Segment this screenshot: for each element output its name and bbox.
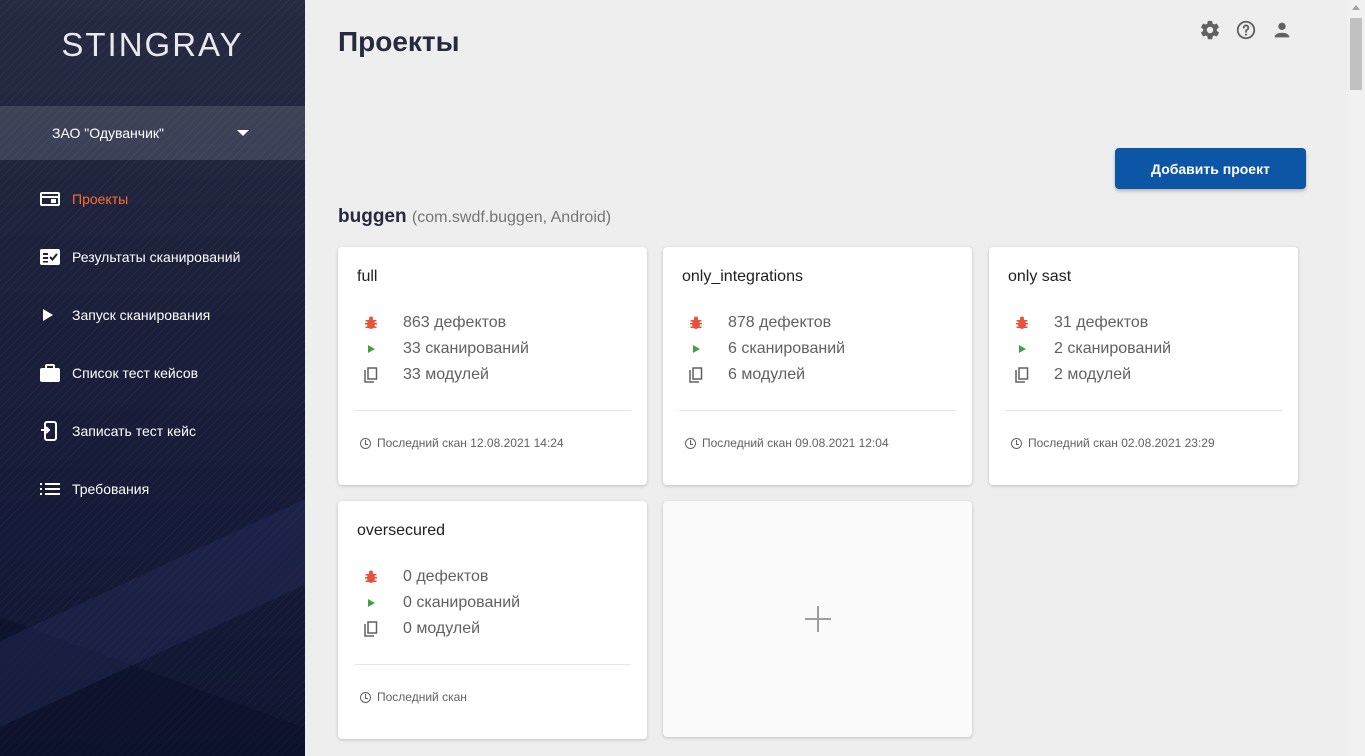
play-icon	[40, 306, 62, 324]
project-card[interactable]: only_integrations 878 дефектов 6 сканиро…	[663, 247, 972, 485]
project-card[interactable]: full 863 дефектов 33 сканирований 33 мод…	[338, 247, 647, 485]
page-title: Проекты	[338, 26, 460, 57]
scroll-up-arrow-icon[interactable]	[1352, 5, 1360, 10]
modules-count: 0 модулей	[403, 620, 481, 637]
settings-icon[interactable]	[1198, 18, 1222, 42]
card-divider	[354, 410, 631, 411]
scans-count: 33 сканирований	[403, 340, 529, 357]
scans-count: 2 сканирований	[1054, 340, 1172, 357]
play-icon	[363, 595, 379, 611]
defects-count: 0 дефектов	[403, 568, 489, 585]
modules-count: 33 модулей	[403, 366, 489, 383]
sidebar-item-record-test-case[interactable]: Записать тест кейс	[0, 402, 305, 460]
clock-icon	[685, 437, 696, 449]
sidebar-item-test-cases[interactable]: Список тест кейсов	[0, 344, 305, 402]
last-scan: Последний скан	[377, 690, 467, 704]
play-icon	[1014, 341, 1030, 357]
last-scan: Последний скан 09.08.2021 12:04	[702, 436, 889, 450]
bug-icon	[1014, 315, 1030, 331]
add-project-card[interactable]	[663, 501, 972, 737]
copy-icon	[363, 367, 379, 383]
group-subtitle: (com.swdf.buggen, Android)	[411, 209, 612, 226]
copy-icon	[1014, 367, 1030, 383]
record-phone-icon	[40, 421, 62, 441]
modules-count: 2 модулей	[1054, 366, 1132, 383]
defects-count: 878 дефектов	[728, 314, 832, 331]
sidebar-item-label: Записать тест кейс	[72, 423, 196, 439]
list-icon	[40, 480, 62, 498]
sidebar-item-requirements[interactable]: Требования	[0, 460, 305, 518]
last-scan: Последний скан 12.08.2021 14:24	[377, 436, 564, 450]
clock-icon	[1011, 437, 1022, 449]
project-card[interactable]: oversecured 0 дефектов 0 сканирований 0 …	[338, 501, 647, 739]
project-group-title: buggen (com.swdf.buggen, Android)	[338, 206, 611, 228]
defects-count: 863 дефектов	[403, 314, 507, 331]
scrollbar[interactable]	[1347, 0, 1365, 756]
header-toolbar	[1198, 18, 1294, 42]
scan-results-icon	[40, 248, 62, 266]
account-icon[interactable]	[1270, 18, 1294, 42]
sidebar-item-projects[interactable]: Проекты	[0, 170, 305, 228]
sidebar-nav: Проекты Результаты сканирований Запуск с…	[0, 170, 305, 518]
play-icon	[688, 341, 704, 357]
sidebar-item-scan-results[interactable]: Результаты сканирований	[0, 228, 305, 286]
sidebar: STINGRAY ЗАО "Одуванчик" Проекты Результ…	[0, 0, 305, 756]
app-logo: STINGRAY	[61, 26, 244, 63]
org-selector-label: ЗАО "Одуванчик"	[52, 125, 164, 141]
add-project-button[interactable]: Добавить проект	[1115, 148, 1306, 189]
clock-icon	[360, 691, 371, 703]
sidebar-item-label: Требования	[72, 481, 150, 497]
sidebar-item-label: Список тест кейсов	[72, 365, 199, 381]
sidebar-item-label: Проекты	[72, 191, 129, 207]
project-name: oversecured	[357, 522, 446, 539]
project-name: full	[357, 268, 378, 285]
scans-count: 6 сканирований	[728, 340, 846, 357]
briefcase-icon	[40, 364, 62, 382]
clock-icon	[360, 437, 371, 449]
copy-icon	[688, 367, 704, 383]
last-scan: Последний скан 02.08.2021 23:29	[1028, 436, 1215, 450]
plus-icon	[804, 606, 831, 632]
projects-icon	[40, 190, 62, 208]
copy-icon	[363, 621, 379, 637]
scrollbar-thumb[interactable]	[1350, 18, 1362, 90]
sidebar-item-start-scan[interactable]: Запуск сканирования	[0, 286, 305, 344]
project-name: only_integrations	[682, 268, 803, 285]
group-name: buggen	[338, 206, 407, 227]
modules-count: 6 модулей	[728, 366, 806, 383]
bug-icon	[363, 315, 379, 331]
defects-count: 31 дефектов	[1054, 314, 1149, 331]
chevron-down-icon	[237, 130, 249, 136]
sidebar-item-label: Запуск сканирования	[72, 307, 211, 323]
card-divider	[354, 664, 631, 665]
project-name: only sast	[1008, 268, 1072, 285]
help-icon[interactable]	[1234, 18, 1258, 42]
bug-icon	[688, 315, 704, 331]
sidebar-item-label: Результаты сканирований	[72, 249, 241, 265]
bug-icon	[363, 569, 379, 585]
card-divider	[679, 410, 956, 411]
play-icon	[363, 341, 379, 357]
scans-count: 0 сканирований	[403, 594, 521, 611]
card-divider	[1005, 410, 1282, 411]
project-card[interactable]: only sast 31 дефектов 2 сканирований 2 м…	[989, 247, 1298, 485]
org-selector[interactable]: ЗАО "Одуванчик"	[0, 106, 305, 160]
